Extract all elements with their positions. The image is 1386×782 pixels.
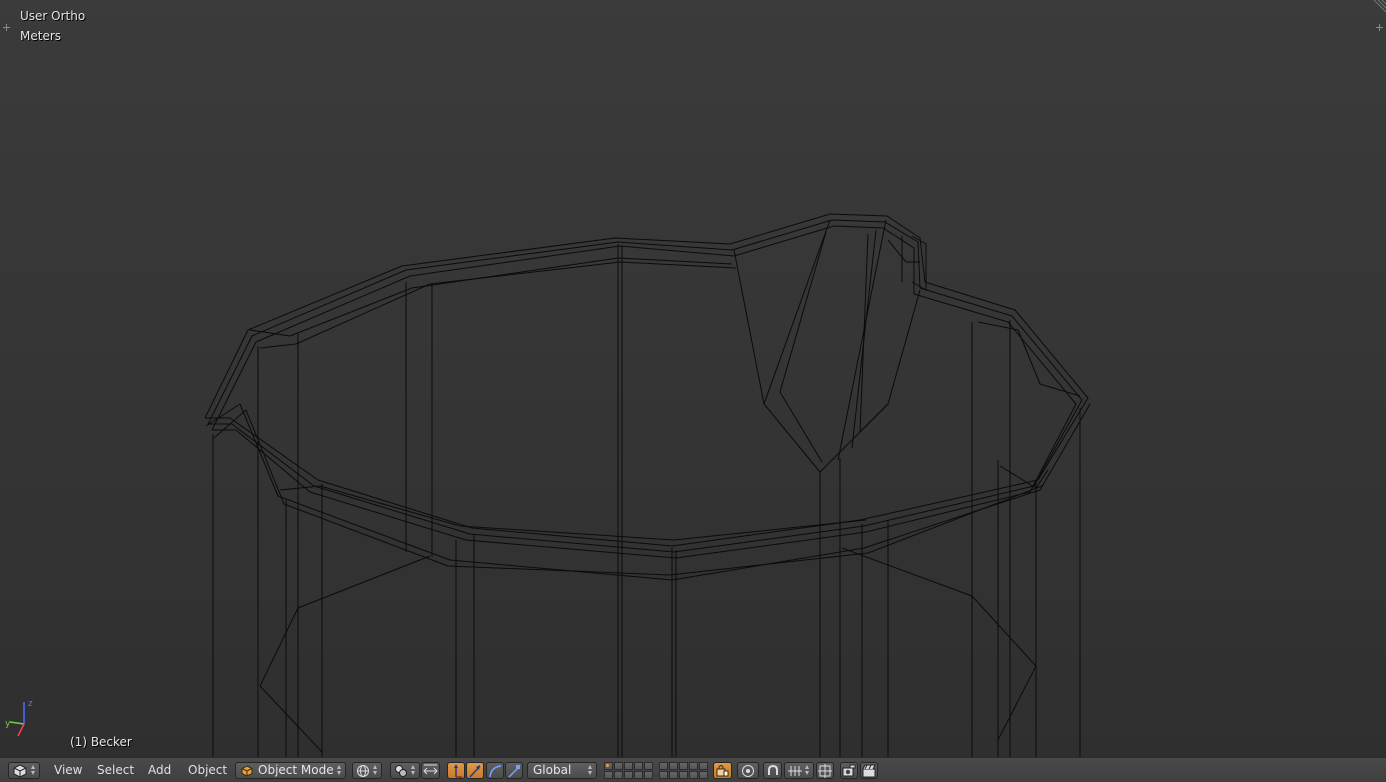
- translate-icon: [454, 764, 462, 778]
- body-inner-edges: [259, 547, 1037, 753]
- spout-geometry: [733, 219, 927, 473]
- snap-magnet-icon: [768, 764, 778, 775]
- 3d-viewport[interactable]: User Ortho Meters (1) Becker z y: [0, 0, 1386, 757]
- layer-18[interactable]: [679, 771, 688, 779]
- rotate-manipulator-button[interactable]: [466, 762, 484, 779]
- snap-element-icon: [788, 766, 802, 776]
- menu-object[interactable]: Object: [188, 763, 227, 778]
- snap-arrows-icon: [805, 765, 810, 776]
- wireframe-mesh: [204, 213, 1091, 757]
- scale-manipulator-button[interactable]: [505, 762, 523, 779]
- svg-text:z: z: [28, 699, 33, 709]
- rim-rings: [204, 213, 1091, 581]
- layer-9[interactable]: [689, 762, 698, 770]
- manipulator-toggle-icon: [423, 764, 438, 775]
- snap-toggle-button[interactable]: [763, 762, 782, 779]
- layer-14[interactable]: [634, 771, 643, 779]
- active-object-label: (1) Becker: [70, 735, 132, 749]
- rotate-icon: [469, 765, 481, 778]
- layer-15[interactable]: [644, 771, 653, 779]
- rotate-arc-button[interactable]: [486, 762, 504, 779]
- view-name-label: User Ortho: [20, 9, 86, 23]
- rotate-arc-icon: [489, 765, 502, 778]
- scale-icon: [508, 765, 520, 778]
- lock-layers-icon: [716, 765, 729, 777]
- layer-5[interactable]: [644, 762, 653, 770]
- layer-1[interactable]: [604, 762, 613, 770]
- axis-gizmo-icon: z y: [5, 699, 33, 737]
- opengl-animation-icon: [862, 764, 876, 778]
- transform-orientation-dropdown[interactable]: Global: [527, 762, 597, 779]
- manipulator-toggle-button[interactable]: [421, 762, 440, 779]
- layers-group-2[interactable]: [659, 762, 708, 779]
- editor-type-arrows-icon: [31, 765, 36, 776]
- 3d-view-cube-icon: [13, 764, 27, 778]
- pivot-point-icon: [395, 765, 407, 777]
- layer-19[interactable]: [689, 771, 698, 779]
- pivot-arrows-icon: [411, 765, 416, 776]
- lock-layers-button[interactable]: [713, 762, 732, 779]
- editor-type-button[interactable]: [8, 762, 40, 779]
- mode-dropdown[interactable]: Object Mode: [235, 762, 346, 779]
- layer-4[interactable]: [634, 762, 643, 770]
- viewport-shading-button[interactable]: [352, 762, 382, 779]
- menu-add[interactable]: Add: [148, 763, 171, 778]
- menu-select[interactable]: Select: [97, 763, 134, 778]
- mode-label: Object Mode: [258, 763, 334, 777]
- layer-7[interactable]: [669, 762, 678, 770]
- orientation-label: Global: [533, 763, 572, 777]
- orientation-arrows-icon: [588, 765, 593, 776]
- snap-target-icon: [818, 764, 832, 778]
- wireframe-sphere-icon: [357, 765, 369, 777]
- object-cube-icon: [241, 765, 253, 777]
- opengl-animation-button[interactable]: [860, 762, 878, 779]
- layer-13[interactable]: [624, 771, 633, 779]
- layer-8[interactable]: [679, 762, 688, 770]
- layer-3[interactable]: [624, 762, 633, 770]
- layer-16[interactable]: [659, 771, 668, 779]
- shading-arrows-icon: [373, 765, 378, 776]
- layer-6[interactable]: [659, 762, 668, 770]
- layer-17[interactable]: [669, 771, 678, 779]
- mode-arrows-icon: [337, 765, 342, 776]
- layer-12[interactable]: [614, 771, 623, 779]
- layer-11[interactable]: [604, 771, 613, 779]
- snap-element-button[interactable]: [784, 762, 814, 779]
- layer-20[interactable]: [699, 771, 708, 779]
- proportional-edit-icon: [742, 765, 754, 777]
- layers-group-1[interactable]: [604, 762, 653, 779]
- menu-view[interactable]: View: [54, 763, 82, 778]
- layer-10[interactable]: [699, 762, 708, 770]
- svg-text:y: y: [5, 719, 11, 729]
- opengl-render-icon: [842, 764, 856, 777]
- units-label: Meters: [20, 29, 62, 43]
- 3d-view-header: View Select Add Object Object Mode Globa…: [0, 757, 1386, 782]
- pivot-point-button[interactable]: [390, 762, 420, 779]
- translate-manipulator-button[interactable]: [447, 762, 465, 779]
- layer-2[interactable]: [614, 762, 623, 770]
- snap-target-button[interactable]: [816, 762, 834, 779]
- body-vertical-edges: [212, 244, 1081, 757]
- proportional-edit-button[interactable]: [737, 762, 759, 779]
- opengl-render-button[interactable]: [840, 762, 858, 779]
